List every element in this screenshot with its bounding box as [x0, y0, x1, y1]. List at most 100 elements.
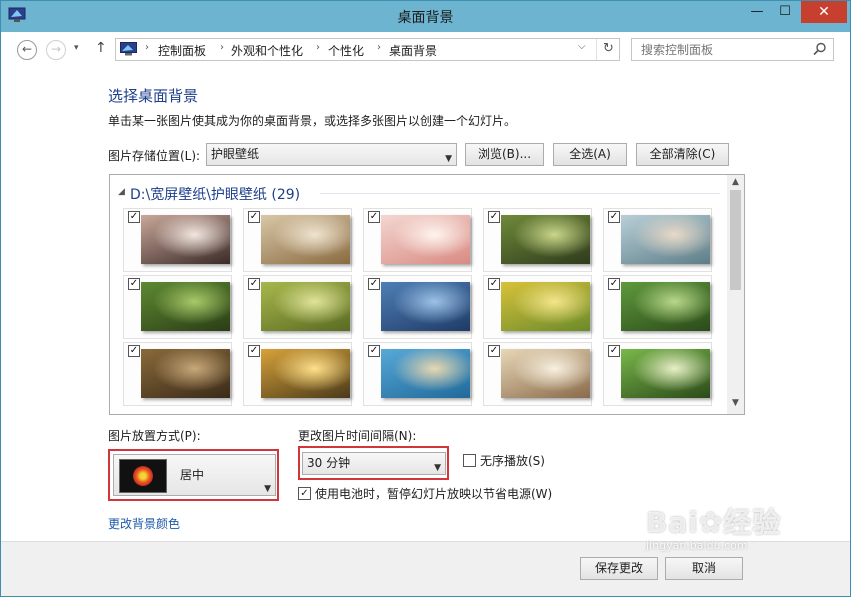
position-preview-image [119, 459, 167, 493]
clear-all-button[interactable]: 全部清除(C) [636, 143, 729, 166]
wallpaper-thumbnail[interactable]: ✓ [363, 342, 472, 406]
picture-position-label: 图片放置方式(P): [108, 429, 201, 443]
chevron-down-icon: ▼ [434, 462, 441, 473]
breadcrumb-control-panel[interactable]: 控制面板 [158, 42, 206, 59]
breadcrumb-separator: › [316, 42, 320, 53]
watermark-main: Bai✿经验 [646, 506, 782, 539]
minimize-button[interactable]: — [743, 1, 771, 23]
breadcrumb-separator: › [220, 42, 224, 53]
picture-location-select[interactable]: 护眼壁纸 ▼ [206, 143, 457, 166]
select-all-button[interactable]: 全选(A) [553, 143, 627, 166]
save-changes-button[interactable]: 保存更改 [580, 557, 658, 580]
thumbnail-checkbox[interactable]: ✓ [368, 211, 380, 223]
group-divider [320, 193, 720, 194]
change-interval-value: 30 分钟 [307, 456, 351, 470]
shuffle-checkbox[interactable] [463, 454, 476, 467]
page-description: 单击某一张图片使其成为你的桌面背景，或选择多张图片以创建一个幻灯片。 [108, 114, 517, 128]
wallpaper-thumbnail[interactable]: ✓ [123, 275, 232, 339]
flower-preview-icon [133, 466, 153, 486]
gallery-scrollbar[interactable]: ▲ ▼ [727, 175, 744, 414]
picture-gallery: ◢ D:\宽屏壁纸\护眼壁纸 (29) ✓ ✓ ✓ ✓ ✓ ✓ ✓ ✓ ✓ ✓ ✓ ✓ ✓ ✓ ✓ ▲ ▼ [109, 174, 745, 415]
thumbnail-checkbox[interactable]: ✓ [248, 211, 260, 223]
wallpaper-image [501, 215, 590, 264]
wallpaper-thumbnail[interactable]: ✓ [243, 342, 352, 406]
picture-group-title[interactable]: D:\宽屏壁纸\护眼壁纸 (29) [130, 184, 300, 204]
thumbnail-checkbox[interactable]: ✓ [128, 278, 140, 290]
thumbnail-checkbox[interactable]: ✓ [368, 345, 380, 357]
chevron-down-icon: ▼ [445, 153, 452, 164]
change-interval-label: 更改图片时间间隔(N): [298, 429, 417, 443]
wallpaper-thumbnail[interactable]: ✓ [483, 208, 592, 272]
scrollbar-thumb[interactable] [730, 190, 741, 290]
refresh-button[interactable]: ↻ [596, 39, 620, 60]
battery-pause-checkbox[interactable]: ✓ [298, 487, 311, 500]
cancel-button[interactable]: 取消 [665, 557, 743, 580]
change-background-color-link[interactable]: 更改背景颜色 [108, 515, 180, 532]
wallpaper-image [261, 349, 350, 398]
navigation-bar: ← → ▾ ↑ › 控制面板 › 外观和个性化 › 个性化 › 桌面背景 ⌵ ↻ [1, 32, 850, 68]
wallpaper-thumbnail[interactable]: ✓ [363, 275, 472, 339]
thumbnail-checkbox[interactable]: ✓ [128, 345, 140, 357]
wallpaper-thumbnail[interactable]: ✓ [603, 342, 712, 406]
control-panel-icon [120, 42, 137, 56]
wallpaper-image [501, 282, 590, 331]
recent-locations-dropdown-icon[interactable]: ▾ [74, 43, 79, 53]
wallpaper-image [381, 215, 470, 264]
breadcrumb-personalization[interactable]: 个性化 [328, 42, 364, 59]
thumbnail-checkbox[interactable]: ✓ [248, 345, 260, 357]
wallpaper-image [381, 282, 470, 331]
battery-pause-label[interactable]: 使用电池时，暂停幻灯片放映以节省电源(W) [315, 485, 552, 502]
search-input[interactable] [631, 38, 834, 61]
breadcrumb-desktop-background[interactable]: 桌面背景 [389, 42, 437, 59]
address-dropdown-icon[interactable]: ⌵ [578, 41, 586, 52]
wallpaper-thumbnail[interactable]: ✓ [123, 208, 232, 272]
back-button[interactable]: ← [17, 40, 37, 60]
picture-location-label: 图片存储位置(L): [108, 149, 201, 163]
thumbnail-checkbox[interactable]: ✓ [368, 278, 380, 290]
up-button[interactable]: ↑ [95, 40, 107, 56]
breadcrumb-separator: › [377, 42, 381, 53]
main-content: 选择桌面背景 单击某一张图片使其成为你的桌面背景，或选择多张图片以创建一个幻灯片… [1, 68, 850, 541]
browse-button[interactable]: 浏览(B)... [465, 143, 544, 166]
wallpaper-image [141, 282, 230, 331]
scroll-up-icon[interactable]: ▲ [727, 177, 744, 187]
thumbnail-checkbox[interactable]: ✓ [608, 278, 620, 290]
window-title: 桌面背景 [397, 10, 454, 26]
wallpaper-image [141, 215, 230, 264]
change-interval-highlight: 30 分钟 ▼ [298, 446, 449, 480]
wallpaper-thumbnail[interactable]: ✓ [243, 275, 352, 339]
scroll-down-icon[interactable]: ▼ [727, 398, 744, 408]
close-button[interactable]: ✕ [801, 1, 847, 23]
thumbnail-checkbox[interactable]: ✓ [128, 211, 140, 223]
collapse-group-icon[interactable]: ◢ [118, 187, 125, 197]
wallpaper-thumbnail[interactable]: ✓ [603, 208, 712, 272]
maximize-button[interactable]: ☐ [771, 1, 799, 23]
wallpaper-image [621, 215, 710, 264]
thumbnail-checkbox[interactable]: ✓ [488, 345, 500, 357]
thumbnail-checkbox[interactable]: ✓ [608, 211, 620, 223]
thumbnail-checkbox[interactable]: ✓ [608, 345, 620, 357]
wallpaper-thumbnail[interactable]: ✓ [363, 208, 472, 272]
wallpaper-thumbnail[interactable]: ✓ [123, 342, 232, 406]
picture-position-value: 居中 [180, 468, 205, 482]
wallpaper-thumbnail[interactable]: ✓ [483, 275, 592, 339]
wallpaper-thumbnail[interactable]: ✓ [243, 208, 352, 272]
thumbnail-checkbox[interactable]: ✓ [248, 278, 260, 290]
breadcrumb-appearance[interactable]: 外观和个性化 [231, 42, 303, 59]
wallpaper-image [621, 349, 710, 398]
picture-position-select[interactable]: 居中 ▼ [113, 454, 276, 496]
wallpaper-image [261, 282, 350, 331]
shuffle-label[interactable]: 无序播放(S) [480, 452, 545, 469]
wallpaper-thumbnail[interactable]: ✓ [603, 275, 712, 339]
change-interval-select[interactable]: 30 分钟 ▼ [302, 452, 446, 475]
title-bar[interactable]: 桌面背景 — ☐ ✕ [1, 1, 850, 32]
address-bar[interactable]: › 控制面板 › 外观和个性化 › 个性化 › 桌面背景 ⌵ ↻ [115, 38, 620, 61]
forward-button[interactable]: → [46, 40, 66, 60]
search-icon[interactable] [813, 42, 827, 56]
thumbnail-checkbox[interactable]: ✓ [488, 278, 500, 290]
thumbnail-checkbox[interactable]: ✓ [488, 211, 500, 223]
wallpaper-thumbnail[interactable]: ✓ [483, 342, 592, 406]
watermark-sub: jingyan.baidu.com [646, 539, 748, 552]
baidu-watermark-logo: Bai✿经验 jingyan.baidu.com [646, 501, 781, 552]
breadcrumb-separator: › [145, 42, 149, 53]
